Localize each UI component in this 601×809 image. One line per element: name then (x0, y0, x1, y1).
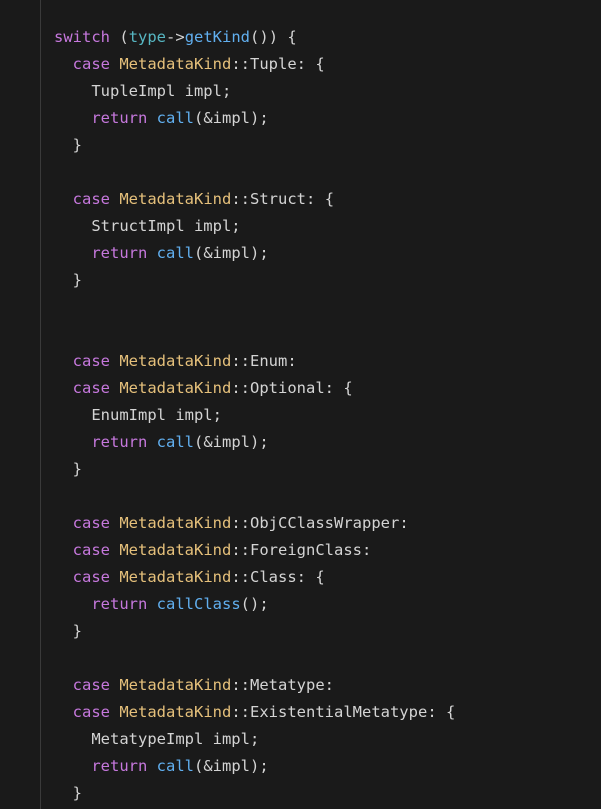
label-struct: Struct (250, 190, 306, 208)
label-enum: Enum (250, 352, 287, 370)
fn-call: call (157, 109, 194, 127)
scope-op: :: (231, 568, 250, 586)
label-tuple: Tuple (250, 55, 297, 73)
colon: : (362, 541, 371, 559)
label-optional: Optional (250, 379, 325, 397)
keyword-case: case (73, 352, 110, 370)
label-metatype: Metatype (250, 676, 325, 694)
class-metadatakind: MetadataKind (119, 703, 231, 721)
brace-close: } (73, 460, 82, 478)
scope-op: :: (231, 703, 250, 721)
brace-close: } (73, 784, 82, 802)
colon: : (427, 703, 436, 721)
keyword-case: case (73, 190, 110, 208)
decl-structimpl: StructImpl impl; (91, 217, 240, 235)
colon: : (306, 190, 315, 208)
paren-open: ( (119, 28, 128, 46)
class-metadatakind: MetadataKind (119, 541, 231, 559)
call-args: (&impl); (194, 244, 269, 262)
scope-op: :: (231, 676, 250, 694)
label-existentialmetatype: ExistentialMetatype (250, 703, 427, 721)
keyword-case: case (73, 55, 110, 73)
brace-open: { (315, 55, 324, 73)
keyword-case: case (73, 568, 110, 586)
keyword-case: case (73, 541, 110, 559)
brace-open: { (446, 703, 455, 721)
label-foreignclass: ForeignClass (250, 541, 362, 559)
fn-getkind: getKind (185, 28, 250, 46)
scope-op: :: (231, 514, 250, 532)
keyword-return: return (91, 757, 147, 775)
scope-op: :: (231, 190, 250, 208)
keyword-case: case (73, 703, 110, 721)
call-parens: () (250, 28, 269, 46)
decl-enumimpl: EnumImpl impl; (91, 406, 222, 424)
indent-guide (40, 0, 41, 809)
scope-op: :: (231, 352, 250, 370)
call-parens: (); (241, 595, 269, 613)
colon: : (287, 352, 296, 370)
keyword-case: case (73, 379, 110, 397)
keyword-case: case (73, 676, 110, 694)
label-class: Class (250, 568, 297, 586)
decl-metatypeimpl: MetatypeImpl impl; (91, 730, 259, 748)
keyword-return: return (91, 433, 147, 451)
fn-callclass: callClass (157, 595, 241, 613)
class-metadatakind: MetadataKind (119, 55, 231, 73)
call-args: (&impl); (194, 433, 269, 451)
colon: : (325, 379, 334, 397)
var-type: type (129, 28, 166, 46)
class-metadatakind: MetadataKind (119, 568, 231, 586)
call-args: (&impl); (194, 109, 269, 127)
brace-open: { (287, 28, 296, 46)
brace-close: } (73, 136, 82, 154)
keyword-return: return (91, 109, 147, 127)
colon: : (297, 568, 306, 586)
label-objcclasswrapper: ObjCClassWrapper (250, 514, 399, 532)
brace-open: { (325, 190, 334, 208)
scope-op: :: (231, 55, 250, 73)
keyword-return: return (91, 244, 147, 262)
class-metadatakind: MetadataKind (119, 190, 231, 208)
scope-op: :: (231, 541, 250, 559)
decl-tupleimpl: TupleImpl impl; (91, 82, 231, 100)
brace-close: } (73, 622, 82, 640)
colon: : (297, 55, 306, 73)
colon: : (325, 676, 334, 694)
fn-call: call (157, 433, 194, 451)
keyword-switch: switch (54, 28, 110, 46)
call-args: (&impl); (194, 757, 269, 775)
brace-open: { (343, 379, 352, 397)
paren-close: ) (269, 28, 278, 46)
keyword-case: case (73, 514, 110, 532)
arrow-op: -> (166, 28, 185, 46)
class-metadatakind: MetadataKind (119, 676, 231, 694)
class-metadatakind: MetadataKind (119, 379, 231, 397)
brace-close: } (73, 271, 82, 289)
fn-call: call (157, 757, 194, 775)
colon: : (399, 514, 408, 532)
class-metadatakind: MetadataKind (119, 514, 231, 532)
scope-op: :: (231, 379, 250, 397)
code-block: switch (type->getKind()) { case Metadata… (54, 24, 601, 807)
brace-open: { (315, 568, 324, 586)
fn-call: call (157, 244, 194, 262)
keyword-return: return (91, 595, 147, 613)
class-metadatakind: MetadataKind (119, 352, 231, 370)
